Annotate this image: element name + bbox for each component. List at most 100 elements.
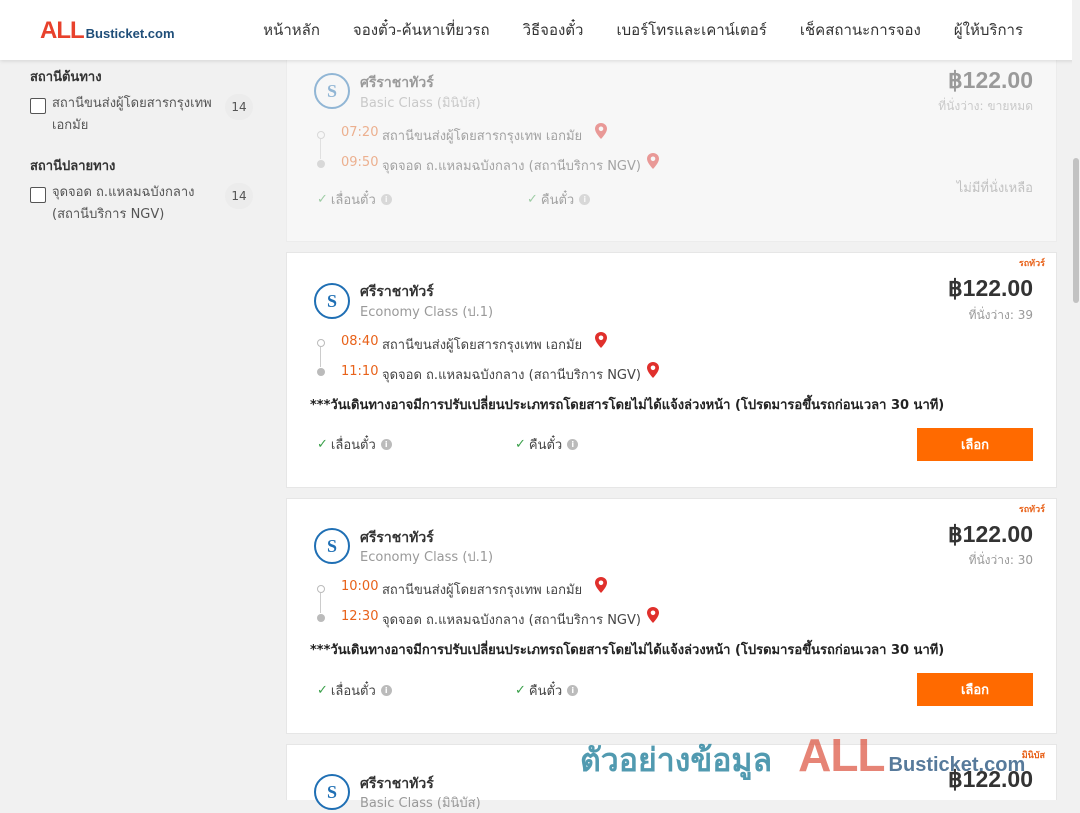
info-icon[interactable]: i	[579, 194, 591, 205]
bus-class: Economy Class (ป.1)	[360, 550, 494, 565]
select-trip-button[interactable]: เลือก	[917, 673, 1033, 706]
filter-sidebar: สถานีต้นทาง สถานีขนส่งผู้โดยสารกรุงเทพ เ…	[30, 60, 260, 234]
operator-logo-icon: S	[314, 528, 350, 564]
origin-filter-label: สถานีขนส่งผู้โดยสารกรุงเทพ เอกมัย	[52, 96, 212, 133]
bus-class: Basic Class (มินิบัส)	[360, 96, 481, 111]
change-ticket-feature: ✓ เลื่อนตั๋ว i	[317, 434, 392, 455]
dest-checkbox[interactable]	[30, 187, 46, 203]
change-ticket-feature: ✓ เลื่อนตั๋ว i	[317, 680, 392, 701]
dest-filter-title: สถานีปลายทาง	[30, 159, 116, 174]
trip-price: ฿122.00	[948, 67, 1033, 93]
trip-notice: ***วันเดินทางอาจมีการปรับเปลี่ยนประเภทรถ…	[310, 643, 945, 658]
trip-price: ฿122.00	[948, 275, 1033, 301]
trip-card: มินิบัส S ศรีราชาทัวร์ Basic Class (มินิ…	[286, 744, 1057, 811]
dest-filter-option[interactable]: จุดจอด ถ.แหลมฉบังกลาง (สถานีบริการ NGV) …	[30, 183, 260, 226]
bus-type-badge: มินิบัส	[1021, 751, 1045, 761]
arrive-dot-icon	[317, 368, 325, 376]
operator-name: ศรีราชาทัวร์	[360, 75, 434, 91]
map-pin-icon[interactable]	[594, 332, 608, 348]
check-icon: ✓	[317, 192, 328, 207]
page-scrollbar[interactable]	[1072, 0, 1080, 800]
trip-notice: ***วันเดินทางอาจมีการปรับเปลี่ยนประเภทรถ…	[310, 398, 945, 413]
check-icon: ✓	[527, 192, 538, 207]
info-icon[interactable]: i	[567, 685, 579, 696]
bus-class: Economy Class (ป.1)	[360, 305, 494, 320]
arrive-dot-icon	[317, 614, 325, 622]
depart-dot-icon	[317, 585, 325, 593]
operator-name: ศรีราชาทัวร์	[360, 284, 434, 300]
arrive-station: จุดจอด ถ.แหลมฉบังกลาง (สถานีบริการ NGV)	[382, 613, 641, 628]
info-icon[interactable]: i	[380, 685, 392, 696]
trip-card: รถทัวร์ S ศรีราชาทัวร์ Economy Class (ป.…	[286, 498, 1057, 734]
origin-filter-title: สถานีต้นทาง	[30, 70, 102, 85]
refund-ticket-feature: ✓ คืนตั๋ว i	[515, 680, 579, 701]
feature-label: เลื่อนตั๋ว	[330, 684, 376, 699]
map-pin-icon[interactable]	[594, 577, 608, 593]
map-pin-icon[interactable]	[646, 362, 660, 378]
feature-label: คืนตั๋ว	[528, 438, 563, 453]
nav-contacts-counters[interactable]: เบอร์โทรและเคาน์เตอร์	[616, 18, 766, 42]
trip-price: ฿122.00	[948, 766, 1033, 792]
logo-domain-text: Busticket.com	[85, 26, 175, 41]
sold-out-status: ไม่มีที่นั่งเหลือ	[956, 181, 1033, 196]
arrive-time: 12:30	[341, 609, 379, 624]
nav-operators[interactable]: ผู้ให้บริการ	[954, 18, 1023, 42]
trip-card: S ศรีราชาทัวร์ Basic Class (มินิบัส) ฿12…	[286, 58, 1057, 242]
change-ticket-feature: ✓ เลื่อนตั๋ว i	[317, 189, 392, 210]
route-line	[320, 593, 321, 613]
arrive-dot-icon	[317, 160, 325, 168]
arrive-station: จุดจอด ถ.แหลมฉบังกลาง (สถานีบริการ NGV)	[382, 159, 641, 174]
depart-station: สถานีขนส่งผู้โดยสารกรุงเทพ เอกมัย	[382, 583, 583, 598]
depart-dot-icon	[317, 339, 325, 347]
feature-label: เลื่อนตั๋ว	[330, 438, 376, 453]
dest-count-badge: 14	[225, 183, 253, 209]
site-header: ALL Busticket.com หน้าหลัก จองตั๋ว-ค้นหา…	[0, 0, 1080, 60]
operator-logo-icon: S	[314, 73, 350, 109]
map-pin-icon[interactable]	[646, 607, 660, 623]
seats-available: ที่นั่งว่าง: 39	[968, 308, 1033, 322]
refund-ticket-feature: ✓ คืนตั๋ว i	[515, 434, 579, 455]
depart-dot-icon	[317, 131, 325, 139]
nav-check-booking[interactable]: เช็คสถานะการจอง	[800, 18, 921, 42]
map-pin-icon[interactable]	[594, 123, 608, 139]
bus-class: Basic Class (มินิบัส)	[360, 796, 481, 811]
bus-type-badge: รถทัวร์	[1018, 505, 1045, 515]
nav-booking-search[interactable]: จองตั๋ว-ค้นหาเที่ยวรถ	[353, 18, 490, 42]
feature-label: คืนตั๋ว	[540, 193, 575, 208]
logo-all-text: ALL	[40, 17, 85, 44]
check-icon: ✓	[317, 437, 328, 452]
arrive-station: จุดจอด ถ.แหลมฉบังกลาง (สถานีบริการ NGV)	[382, 368, 641, 383]
arrive-time: 11:10	[341, 364, 379, 379]
origin-checkbox[interactable]	[30, 98, 46, 114]
dest-filter-label: จุดจอด ถ.แหลมฉบังกลาง (สถานีบริการ NGV)	[52, 185, 195, 222]
main-nav: หน้าหลัก จองตั๋ว-ค้นหาเที่ยวรถ วิธีจองตั…	[263, 0, 1023, 60]
feature-label: คืนตั๋ว	[528, 684, 563, 699]
check-icon: ✓	[515, 437, 526, 452]
trip-card: รถทัวร์ S ศรีราชาทัวร์ Economy Class (ป.…	[286, 252, 1057, 488]
refund-ticket-feature: ✓ คืนตั๋ว i	[527, 189, 591, 210]
depart-station: สถานีขนส่งผู้โดยสารกรุงเทพ เอกมัย	[382, 338, 583, 353]
info-icon[interactable]: i	[380, 194, 392, 205]
origin-count-badge: 14	[225, 94, 253, 120]
bus-type-badge: รถทัวร์	[1018, 259, 1045, 269]
nav-how-to-book[interactable]: วิธีจองตั๋ว	[523, 18, 584, 42]
site-logo[interactable]: ALL Busticket.com	[40, 17, 175, 45]
depart-time: 10:00	[341, 579, 379, 594]
nav-home[interactable]: หน้าหลัก	[263, 18, 320, 42]
seats-available: ที่นั่งว่าง: ขายหมด	[938, 99, 1033, 113]
route-line	[320, 347, 321, 367]
operator-logo-icon: S	[314, 774, 350, 810]
depart-station: สถานีขนส่งผู้โดยสารกรุงเทพ เอกมัย	[382, 129, 583, 144]
origin-filter-option[interactable]: สถานีขนส่งผู้โดยสารกรุงเทพ เอกมัย 14	[30, 94, 260, 137]
depart-time: 08:40	[341, 334, 379, 349]
info-icon[interactable]: i	[380, 439, 392, 450]
scrollbar-thumb[interactable]	[1073, 158, 1079, 303]
depart-time: 07:20	[341, 125, 379, 140]
info-icon[interactable]: i	[567, 439, 579, 450]
seats-available: ที่นั่งว่าง: 30	[968, 553, 1033, 567]
check-icon: ✓	[317, 683, 328, 698]
map-pin-icon[interactable]	[646, 153, 660, 169]
arrive-time: 09:50	[341, 155, 379, 170]
route-line	[320, 139, 321, 159]
select-trip-button[interactable]: เลือก	[917, 428, 1033, 461]
